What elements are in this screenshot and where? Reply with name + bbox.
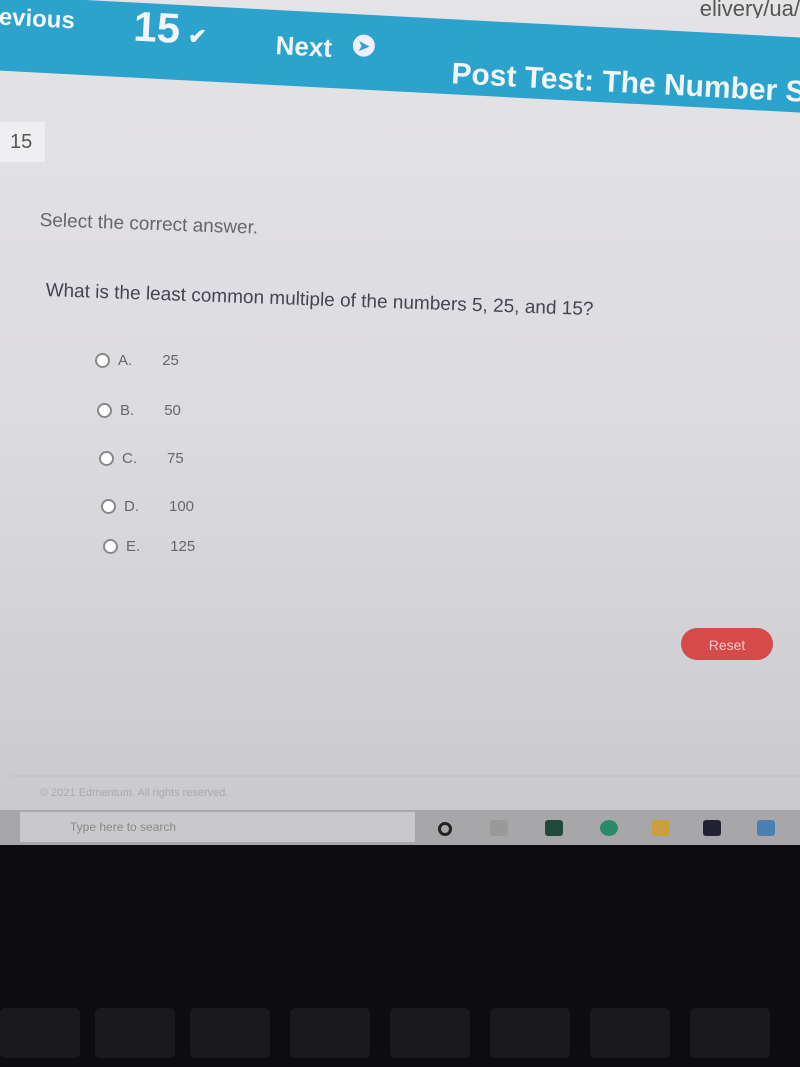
app-icon[interactable]: [545, 820, 563, 836]
question-prompt: What is the least common multiple of the…: [45, 280, 594, 321]
option-letter: B.: [120, 402, 135, 419]
taskbar-search[interactable]: Type here to search: [20, 812, 415, 842]
file-explorer-icon[interactable]: [652, 820, 670, 836]
option-value: 75: [167, 450, 184, 467]
option-value: 50: [164, 402, 181, 419]
option-letter: E.: [126, 538, 141, 555]
chevron-down-icon[interactable]: ✔: [187, 23, 207, 50]
next-button[interactable]: Next: [275, 30, 333, 64]
previous-button[interactable]: evious: [0, 4, 75, 36]
arrow-right-circle-icon[interactable]: ➤: [352, 34, 376, 58]
option-a[interactable]: A. 25: [95, 352, 179, 369]
radio-button[interactable]: [97, 403, 112, 418]
edge-icon[interactable]: [600, 820, 618, 836]
option-value: 100: [169, 498, 195, 515]
reset-button[interactable]: Reset: [681, 628, 773, 660]
option-letter: D.: [124, 498, 139, 515]
store-icon[interactable]: [703, 820, 721, 836]
url-bar[interactable]: elivery/ua/: [680, 0, 800, 18]
radio-button[interactable]: [99, 451, 114, 466]
keyboard: [0, 1000, 800, 1067]
taskbar: Type here to search: [0, 810, 800, 845]
option-c[interactable]: C. 75: [99, 450, 184, 467]
instruction: Select the correct answer.: [39, 210, 259, 239]
option-e[interactable]: E. 125: [103, 538, 195, 555]
option-letter: A.: [118, 352, 133, 369]
option-letter: C.: [122, 450, 137, 467]
question-number-dropdown[interactable]: 15: [132, 3, 181, 53]
question-badge: 15: [0, 122, 45, 162]
option-value: 25: [162, 352, 179, 369]
mail-icon[interactable]: [757, 820, 775, 836]
radio-button[interactable]: [103, 539, 118, 554]
radio-button[interactable]: [101, 499, 116, 514]
cortana-icon[interactable]: [438, 822, 452, 836]
option-b[interactable]: B. 50: [97, 402, 181, 419]
option-d[interactable]: D. 100: [101, 498, 194, 515]
option-value: 125: [170, 538, 196, 555]
task-view-icon[interactable]: [490, 820, 508, 836]
footer-copyright: © 2021 Edmentum. All rights reserved.: [10, 775, 800, 810]
radio-button[interactable]: [95, 353, 110, 368]
screen: elivery/ua/ evious 15 ✔ Next ➤ Post Test…: [0, 0, 800, 845]
test-title: Post Test: The Number Sy: [450, 57, 800, 110]
